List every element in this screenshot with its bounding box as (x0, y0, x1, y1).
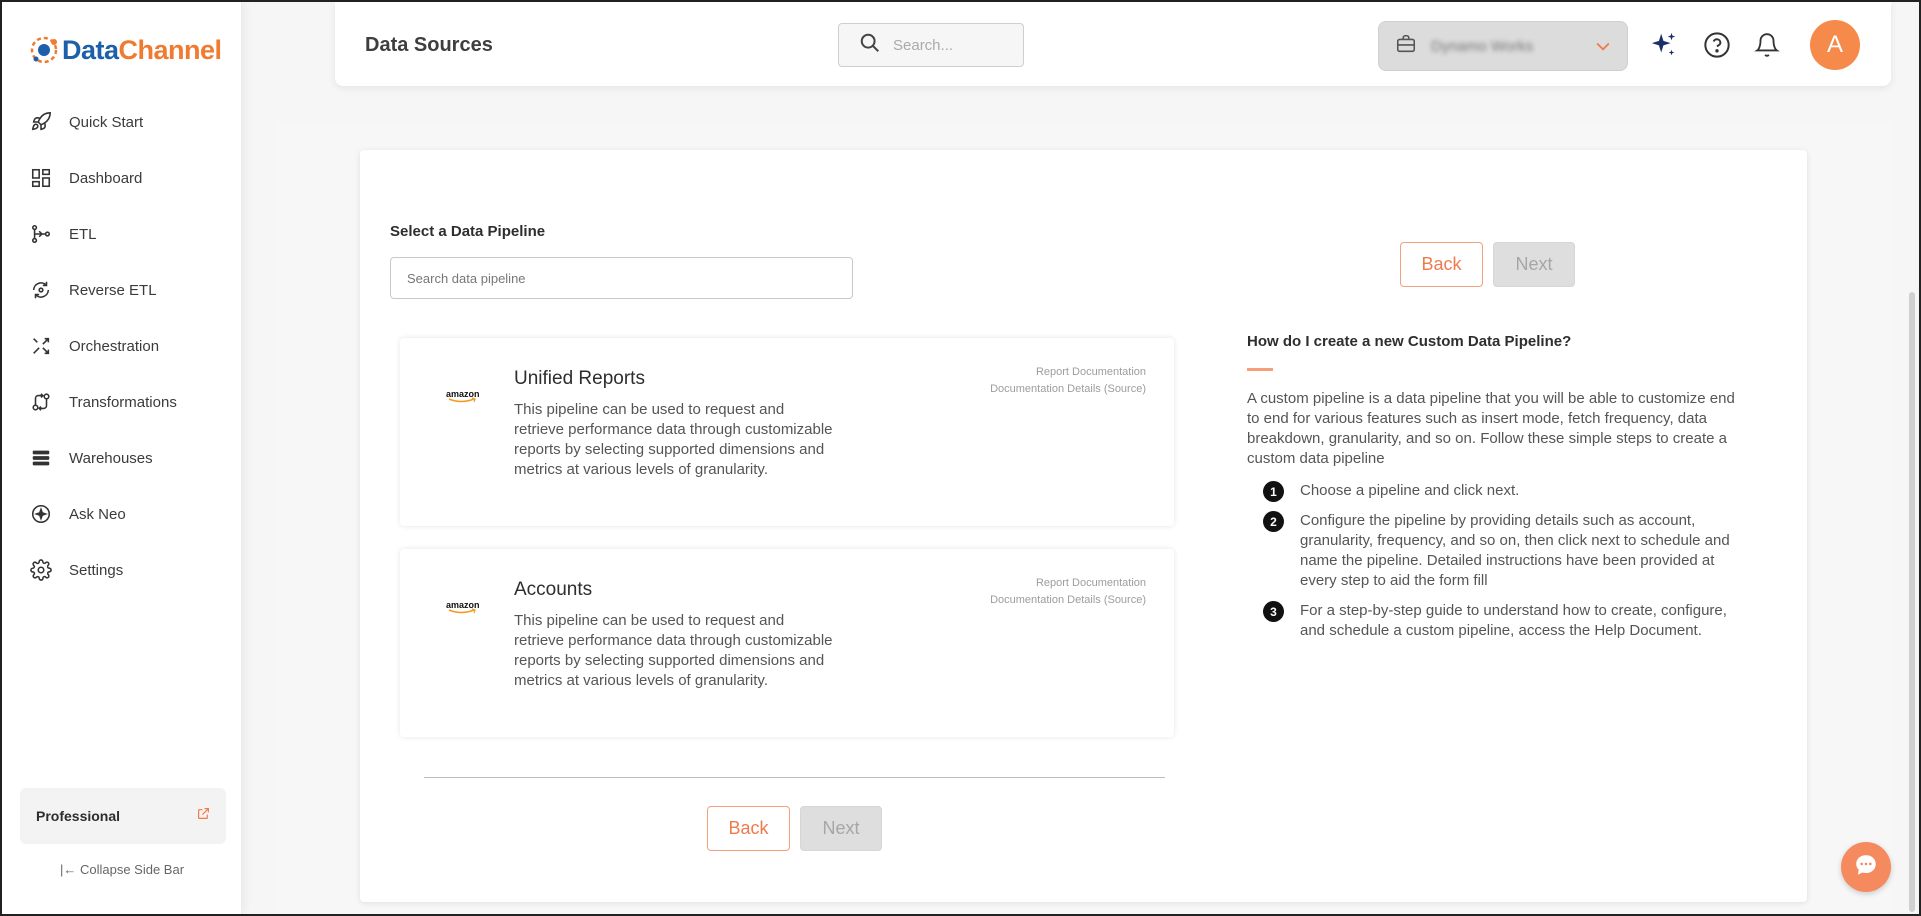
step-number: 3 (1263, 601, 1284, 622)
report-documentation-link[interactable]: Report Documentation (1036, 366, 1146, 378)
page-scrollbar[interactable] (1909, 292, 1915, 912)
reverse-etl-icon (29, 278, 53, 302)
collapse-label: Collapse Side Bar (79, 862, 185, 877)
pipeline-search-input[interactable] (390, 257, 853, 299)
sidebar-item-etl[interactable]: ETL (2, 206, 242, 262)
gear-icon (29, 558, 53, 582)
sidebar-item-label: Quick Start (69, 113, 144, 131)
pipeline-title: Accounts (514, 579, 593, 600)
amazon-logo: amazon (446, 388, 480, 409)
sidebar-item-settings[interactable]: Settings (2, 542, 242, 598)
sidebar-item-label: Orchestration (69, 337, 160, 355)
workspace-selector[interactable]: Dynamo Works (1378, 21, 1628, 71)
briefcase-icon (1395, 33, 1417, 60)
next-button-top[interactable]: Next (1493, 242, 1575, 287)
brand-logo[interactable]: DataChannel (28, 34, 222, 66)
help-accent-line (1247, 368, 1273, 371)
help-step: 1 Choose a pipeline and click next. (1263, 481, 1753, 502)
sidebar-item-ask-neo[interactable]: Ask Neo (2, 486, 242, 542)
avatar[interactable]: A (1810, 20, 1860, 70)
step-text: Choose a pipeline and click next. (1300, 482, 1520, 499)
pipeline-card-accounts[interactable]: amazon Accounts This pipeline can be use… (400, 549, 1174, 737)
sidebar-item-label: Transformations (69, 393, 177, 411)
transformations-icon (29, 390, 53, 414)
divider (424, 777, 1165, 778)
sidebar-item-warehouses[interactable]: Warehouses (2, 430, 242, 486)
chat-icon (1853, 852, 1879, 883)
documentation-details-link[interactable]: Documentation Details (Source) (990, 594, 1146, 606)
sidebar: DataChannel Quick Start Dashboard ETL Re… (2, 2, 242, 914)
plan-label: Professional (36, 808, 121, 824)
collapse-left-icon: |← (59, 862, 77, 877)
sidebar-item-orchestration[interactable]: Orchestration (2, 318, 242, 374)
page-title: Data Sources (365, 34, 493, 56)
top-header: Data Sources Dynamo Works A (335, 2, 1891, 86)
next-button-bottom[interactable]: Next (800, 806, 882, 851)
step-text: Configure the pipeline by providing deta… (1300, 512, 1730, 589)
sidebar-nav: Quick Start Dashboard ETL Reverse ETL Or… (2, 94, 242, 598)
dashboard-icon (29, 166, 53, 190)
sidebar-item-label: Settings (69, 561, 124, 579)
warehouses-icon (29, 446, 53, 470)
etl-icon (29, 222, 53, 246)
sidebar-item-dashboard[interactable]: Dashboard (2, 150, 242, 206)
help-icon[interactable] (1702, 30, 1732, 60)
pipeline-description: This pipeline can be used to request and… (514, 401, 833, 478)
svg-text:amazon: amazon (446, 389, 480, 399)
pipeline-description: This pipeline can be used to request and… (514, 612, 833, 689)
external-link-icon (197, 807, 210, 825)
back-button-top[interactable]: Back (1400, 242, 1483, 287)
help-step: 3 For a step-by-step guide to understand… (1263, 601, 1753, 641)
sidebar-item-reverse-etl[interactable]: Reverse ETL (2, 262, 242, 318)
workspace-name: Dynamo Works (1431, 37, 1534, 55)
step-text: For a step-by-step guide to understand h… (1300, 602, 1727, 639)
search-input[interactable] (893, 36, 1003, 54)
section-label: Select a Data Pipeline (390, 223, 546, 240)
chat-button[interactable] (1841, 842, 1891, 892)
bell-icon[interactable] (1752, 30, 1782, 60)
back-button-bottom[interactable]: Back (707, 806, 790, 851)
sidebar-item-label: Warehouses (69, 449, 153, 467)
step-number: 1 (1263, 481, 1284, 502)
ask-neo-icon (29, 502, 53, 526)
sparkle-icon[interactable] (1649, 30, 1679, 60)
documentation-details-link[interactable]: Documentation Details (Source) (990, 383, 1146, 395)
sidebar-item-quick-start[interactable]: Quick Start (2, 94, 242, 150)
collapse-sidebar-button[interactable]: |← Collapse Side Bar (2, 862, 242, 877)
help-intro: A custom pipeline is a data pipeline tha… (1247, 390, 1735, 467)
global-search[interactable] (838, 23, 1024, 67)
report-documentation-link[interactable]: Report Documentation (1036, 577, 1146, 589)
orchestration-icon (29, 334, 53, 358)
sidebar-item-transformations[interactable]: Transformations (2, 374, 242, 430)
chevron-down-icon (1593, 36, 1613, 61)
plan-badge[interactable]: Professional (20, 788, 226, 844)
sidebar-item-label: Ask Neo (69, 505, 126, 523)
search-icon (859, 32, 881, 59)
step-number: 2 (1263, 511, 1284, 532)
sidebar-item-label: Reverse ETL (69, 281, 157, 299)
rocket-icon (29, 110, 53, 134)
amazon-logo: amazon (446, 599, 480, 620)
brand-name: DataChannel (62, 34, 222, 65)
pipeline-title: Unified Reports (514, 368, 645, 389)
svg-text:amazon: amazon (446, 600, 480, 610)
sidebar-item-label: Dashboard (69, 169, 143, 187)
help-title: How do I create a new Custom Data Pipeli… (1247, 333, 1572, 350)
logo-icon (30, 36, 58, 64)
sidebar-item-label: ETL (69, 225, 97, 243)
pipeline-card-unified-reports[interactable]: amazon Unified Reports This pipeline can… (400, 338, 1174, 526)
help-step: 2 Configure the pipeline by providing de… (1263, 511, 1753, 591)
pipeline-panel: Select a Data Pipeline Back Next amazon … (360, 150, 1807, 902)
